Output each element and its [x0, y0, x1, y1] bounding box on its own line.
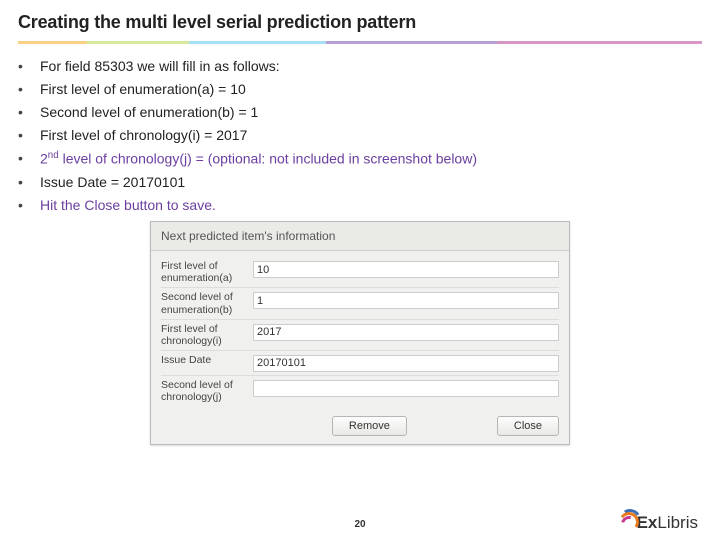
bullet-dot: •	[18, 197, 40, 213]
form-label: First level of enumeration(a)	[161, 260, 253, 284]
bullet-item: •First level of enumeration(a) = 10	[18, 81, 702, 97]
exlibris-logo: ExLibris	[609, 512, 698, 534]
panel-footer: Remove Close	[151, 410, 569, 444]
panel-header: Next predicted item's information	[151, 222, 569, 251]
bullet-text: Second level of enumeration(b) = 1	[40, 104, 258, 120]
prediction-panel: Next predicted item's information First …	[150, 221, 570, 445]
bullet-item: •First level of chronology(i) = 2017	[18, 127, 702, 143]
form-label: Issue Date	[161, 354, 253, 366]
bullet-text: First level of enumeration(a) = 10	[40, 81, 246, 97]
logo-arcs-icon	[609, 512, 639, 534]
bullet-item: •Second level of enumeration(b) = 1	[18, 104, 702, 120]
bullet-text: Issue Date = 20170101	[40, 174, 185, 190]
bullet-item: •2nd level of chronology(j) = (optional:…	[18, 150, 702, 167]
bullet-list: •For field 85303 we will fill in as foll…	[18, 58, 702, 213]
form-input[interactable]: 20170101	[253, 355, 559, 372]
bullet-item: •For field 85303 we will fill in as foll…	[18, 58, 702, 74]
form-row: First level of enumeration(a)10	[161, 257, 559, 288]
form-row: Second level of chronology(j)	[161, 376, 559, 406]
form-input[interactable]: 10	[253, 261, 559, 278]
form-label: First level of chronology(i)	[161, 323, 253, 347]
bullet-text: 2nd level of chronology(j) = (optional: …	[40, 150, 477, 167]
bullet-text: For field 85303 we will fill in as follo…	[40, 58, 280, 74]
slide-title: Creating the multi level serial predicti…	[18, 12, 702, 33]
form-input[interactable]: 2017	[253, 324, 559, 341]
form-input[interactable]	[253, 380, 559, 397]
bullet-dot: •	[18, 104, 40, 120]
close-button[interactable]: Close	[497, 416, 559, 436]
logo-text: ExLibris	[637, 513, 698, 533]
bullet-item: •Hit the Close button to save.	[18, 197, 702, 213]
remove-button[interactable]: Remove	[332, 416, 407, 436]
bullet-dot: •	[18, 81, 40, 97]
bullet-text: Hit the Close button to save.	[40, 197, 216, 213]
form-label: Second level of chronology(j)	[161, 379, 253, 403]
form-row: First level of chronology(i)2017	[161, 320, 559, 351]
bullet-dot: •	[18, 150, 40, 166]
form-label: Second level of enumeration(b)	[161, 291, 253, 315]
form-row: Second level of enumeration(b)1	[161, 288, 559, 319]
bullet-dot: •	[18, 58, 40, 74]
bullet-text: First level of chronology(i) = 2017	[40, 127, 247, 143]
bullet-dot: •	[18, 174, 40, 190]
bullet-dot: •	[18, 127, 40, 143]
form-row: Issue Date20170101	[161, 351, 559, 376]
accent-rule	[18, 41, 702, 44]
form-input[interactable]: 1	[253, 292, 559, 309]
panel-body: First level of enumeration(a)10Second le…	[151, 251, 569, 410]
bullet-item: •Issue Date = 20170101	[18, 174, 702, 190]
